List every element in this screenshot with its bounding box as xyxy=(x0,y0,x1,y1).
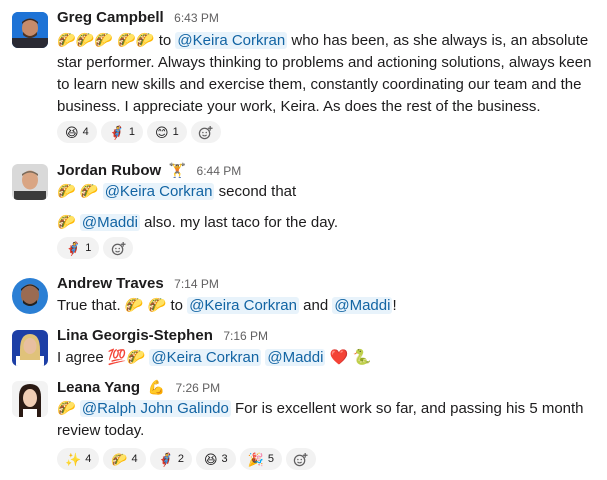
reaction-superhero[interactable]: 🦸 2 xyxy=(149,448,192,470)
reaction-emoji: 😊 xyxy=(155,124,169,140)
text-segment: second that xyxy=(214,183,297,200)
text-segment: True that. xyxy=(57,297,125,314)
reaction-count: 3 xyxy=(221,453,228,465)
message-text: 🌮🌮🌮 🌮🌮 to @Keira Corkran who has been, a… xyxy=(57,30,597,118)
author-name[interactable]: Lina Georgis-Stephen xyxy=(57,327,213,344)
avatar-image xyxy=(12,381,48,417)
author-name[interactable]: Andrew Traves xyxy=(57,275,164,292)
message-text: 🌮 @Maddi also. my last taco for the day. xyxy=(57,212,597,234)
heart-emoji: ❤️ xyxy=(329,349,349,366)
reaction-emoji: 😆 xyxy=(65,124,79,140)
reactions-bar: ✨ 4 🌮 4 🦸 2 😆 3 🎉 5 xyxy=(57,448,597,472)
text-segment: to xyxy=(166,297,188,314)
mention-keira-corkran[interactable]: @Keira Corkran xyxy=(175,32,288,49)
reaction-party[interactable]: 🎉 5 xyxy=(239,448,282,470)
timestamp[interactable]: 7:14 PM xyxy=(174,277,219,291)
reactions-bar: 😆 4 🦸 1 😊 1 xyxy=(57,121,597,145)
reaction-emoji: 🌮 xyxy=(111,451,128,467)
reaction-laughing[interactable]: 😆 3 xyxy=(195,448,236,470)
taco-emojis: 🌮 🌮 xyxy=(124,297,167,314)
text-segment: also. my last taco for the day. xyxy=(139,214,339,231)
avatar-image xyxy=(12,330,48,366)
reaction-count: 4 xyxy=(82,126,89,138)
avatar[interactable] xyxy=(12,278,48,314)
taco-emojis: 🌮 🌮 xyxy=(57,183,99,200)
reaction-count: 1 xyxy=(172,126,179,138)
reaction-count: 5 xyxy=(267,453,274,465)
timestamp[interactable]: 6:43 PM xyxy=(174,11,219,25)
reaction-laughing[interactable]: 😆 4 xyxy=(57,121,97,143)
add-reaction-icon xyxy=(294,452,308,466)
reaction-count: 4 xyxy=(131,453,138,465)
hundred-taco-emojis: 💯🌮 xyxy=(107,349,146,366)
add-reaction-icon xyxy=(198,125,213,139)
timestamp[interactable]: 6:44 PM xyxy=(197,164,242,178)
mention-maddi[interactable]: @Maddi xyxy=(332,297,393,314)
text-segment: and xyxy=(298,297,333,314)
reaction-count: 4 xyxy=(85,453,92,465)
author-name[interactable]: Greg Campbell xyxy=(57,9,164,26)
reaction-emoji: 😆 xyxy=(203,451,218,467)
text-segment: ! xyxy=(392,297,397,314)
author-name[interactable]: Leana Yang xyxy=(57,379,140,396)
avatar-image xyxy=(12,12,48,48)
status-emoji[interactable]: 🏋️ xyxy=(169,162,186,178)
status-emoji[interactable]: 💪 xyxy=(148,379,165,395)
add-reaction-button[interactable] xyxy=(190,121,221,143)
author-name[interactable]: Jordan Rubow xyxy=(57,162,161,179)
avatar[interactable] xyxy=(12,330,48,366)
reaction-emoji: 🦸 xyxy=(157,451,174,467)
avatar-image xyxy=(12,164,48,200)
snake-emoji: 🐍 xyxy=(352,349,372,366)
reaction-count: 2 xyxy=(177,453,184,465)
mention-ralph-john-galindo[interactable]: @Ralph John Galindo xyxy=(79,400,231,417)
timestamp[interactable]: 7:16 PM xyxy=(223,329,268,343)
avatar-image xyxy=(12,278,48,314)
add-reaction-button[interactable] xyxy=(285,448,316,470)
timestamp[interactable]: 7:26 PM xyxy=(175,381,220,395)
reaction-emoji: 🦸 xyxy=(65,240,82,256)
reaction-superhero[interactable]: 🦸 1 xyxy=(57,237,100,259)
message-text: True that. 🌮 🌮 to @Keira Corkran and @Ma… xyxy=(57,295,597,317)
text-segment: to xyxy=(154,32,176,49)
mention-keira-corkran[interactable]: @Keira Corkran xyxy=(187,297,299,314)
message-text: I agree 💯🌮 @Keira Corkran @Maddi ❤️ 🐍 xyxy=(57,347,597,369)
reactions-bar: 🦸 1 xyxy=(57,237,597,261)
mention-maddi[interactable]: @Maddi xyxy=(265,349,326,366)
mention-maddi[interactable]: @Maddi xyxy=(79,214,140,231)
reaction-taco[interactable]: 🌮 4 xyxy=(103,448,146,470)
message-text: 🌮 @Ralph John Galindo For is excellent w… xyxy=(57,398,597,442)
reaction-emoji: ✨ xyxy=(65,451,82,467)
reaction-sparkles[interactable]: ✨ 4 xyxy=(57,448,100,470)
reaction-emoji: 🦸 xyxy=(108,124,125,140)
message-text: 🌮 🌮 @Keira Corkran second that xyxy=(57,181,597,203)
reaction-smile[interactable]: 😊 1 xyxy=(147,121,187,143)
reaction-emoji: 🎉 xyxy=(247,451,264,467)
mention-keira-corkran[interactable]: @Keira Corkran xyxy=(149,349,262,366)
avatar[interactable] xyxy=(12,164,48,200)
reaction-superhero[interactable]: 🦸 1 xyxy=(100,121,143,143)
avatar[interactable] xyxy=(12,381,48,417)
reaction-count: 1 xyxy=(85,242,92,254)
text-segment: I agree xyxy=(57,349,108,366)
reaction-count: 1 xyxy=(128,126,135,138)
add-reaction-icon xyxy=(111,241,126,255)
taco-emoji: 🌮 xyxy=(57,214,76,231)
add-reaction-button[interactable] xyxy=(103,237,134,259)
avatar[interactable] xyxy=(12,12,48,48)
taco-emoji: 🌮 xyxy=(57,400,76,417)
mention-keira-corkran[interactable]: @Keira Corkran xyxy=(102,183,215,200)
taco-emojis: 🌮🌮🌮 🌮🌮 xyxy=(57,32,155,49)
